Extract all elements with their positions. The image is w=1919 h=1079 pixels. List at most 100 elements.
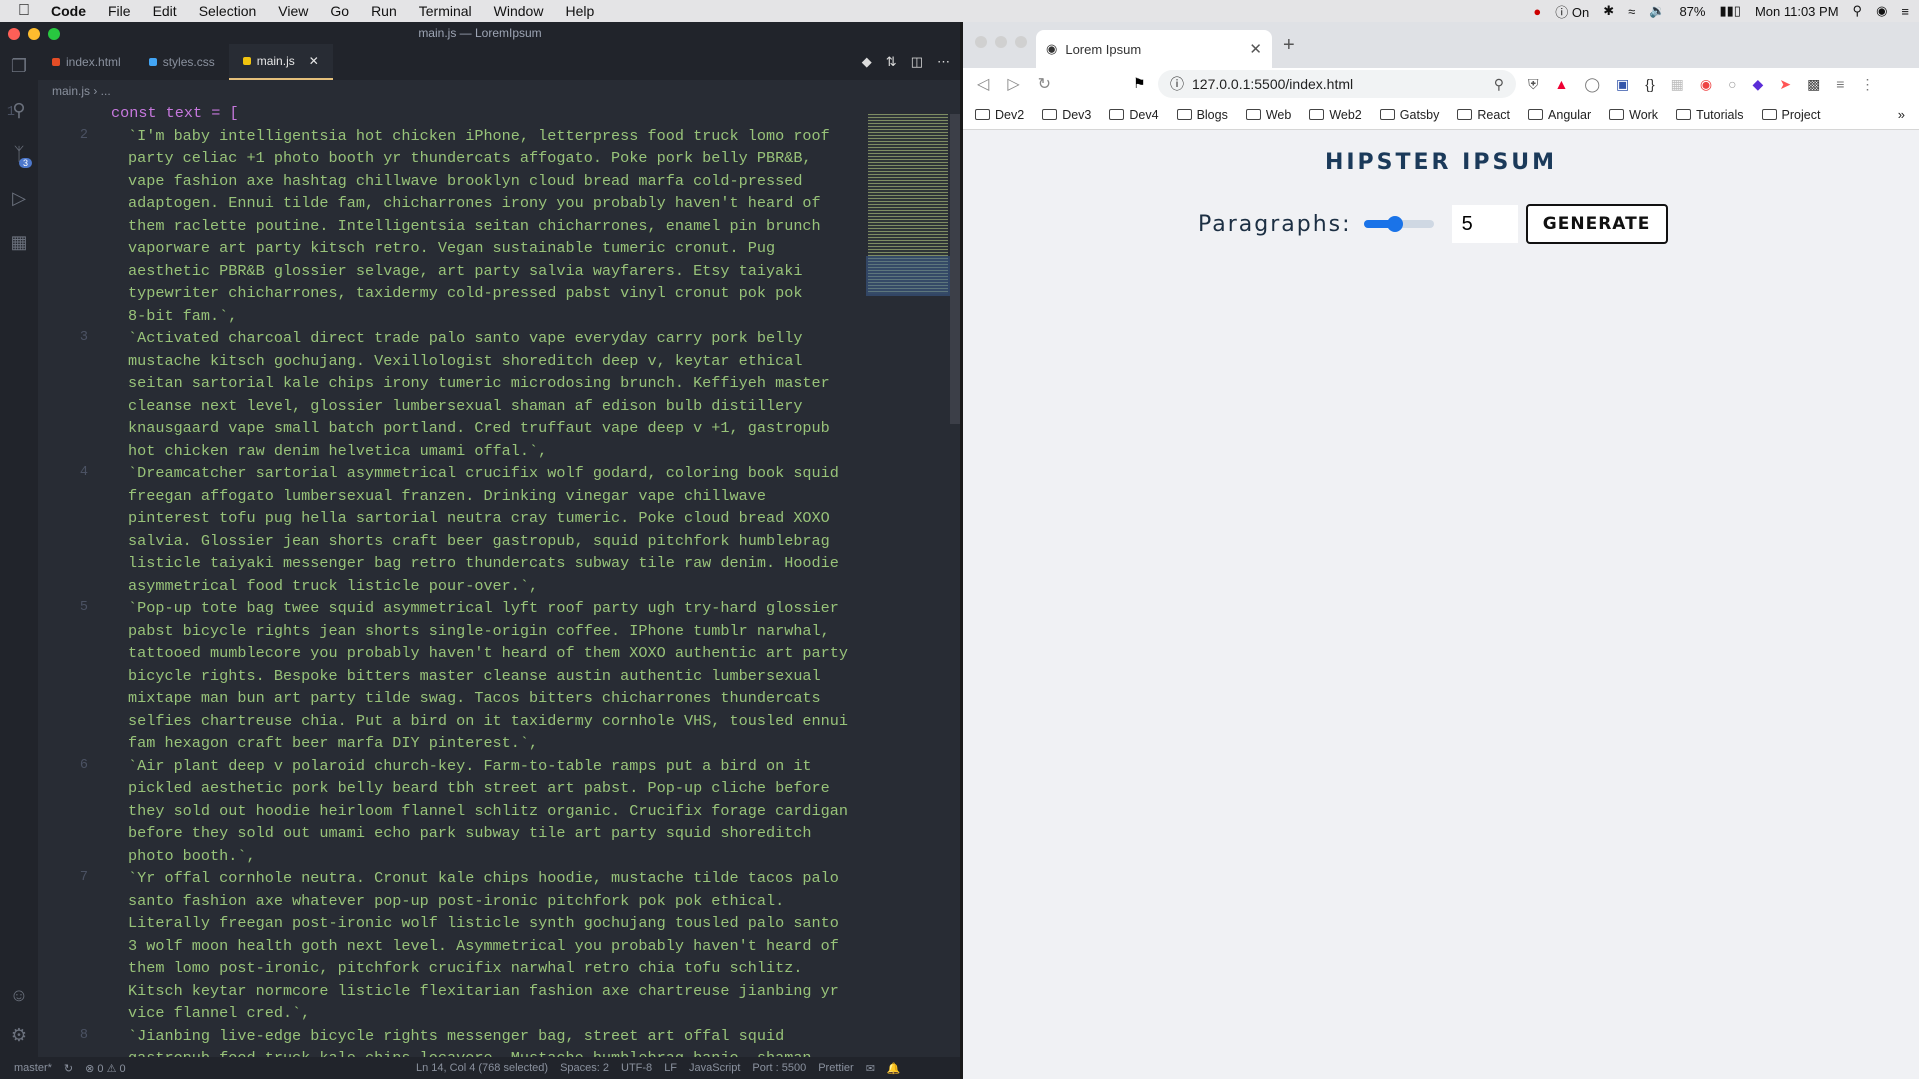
close-window-button[interactable] bbox=[8, 28, 20, 40]
menu-edit[interactable]: Edit bbox=[142, 3, 188, 19]
code-line: 4 `Dreamcatcher sartorial asymmetrical cr… bbox=[38, 462, 863, 485]
extension-icon[interactable]: ◆ bbox=[1753, 76, 1764, 93]
extension-icon[interactable]: ◯ bbox=[1584, 76, 1600, 93]
bookmark-folder[interactable]: Gatsby bbox=[1379, 108, 1439, 122]
bookmark-folder[interactable]: Tutorials bbox=[1676, 108, 1744, 122]
reload-icon[interactable]: ↻ bbox=[1038, 74, 1051, 94]
account-icon[interactable]: ☺ bbox=[0, 973, 38, 1017]
run-debug-icon[interactable]: ▷ bbox=[0, 176, 38, 220]
battery-icon[interactable]: ▮▮▯ bbox=[1719, 3, 1740, 19]
bookmark-folder[interactable]: Dev4 bbox=[1109, 108, 1159, 122]
explorer-icon[interactable]: ❐ bbox=[0, 44, 38, 88]
focus-toggle[interactable]: ⓘ On bbox=[1555, 2, 1589, 21]
site-info-icon[interactable]: ⓘ bbox=[1170, 74, 1184, 94]
new-tab-button[interactable]: + bbox=[1283, 34, 1295, 57]
menu-window[interactable]: Window bbox=[483, 3, 555, 19]
paragraphs-input[interactable] bbox=[1451, 205, 1518, 243]
sync-icon[interactable]: ↻ bbox=[58, 1062, 79, 1075]
volume-icon[interactable]: 🔉 bbox=[1649, 3, 1665, 19]
feedback-icon[interactable]: ✉ bbox=[860, 1062, 881, 1075]
formatter-status[interactable]: Prettier bbox=[812, 1062, 859, 1074]
brave-shield-icon[interactable]: ⛨ bbox=[1528, 76, 1539, 93]
more-bookmarks-icon[interactable]: » bbox=[1898, 107, 1905, 122]
bluetooth-icon[interactable]: ✱ bbox=[1603, 3, 1614, 19]
bookmark-folder[interactable]: Angular bbox=[1528, 108, 1591, 122]
tab-index-html[interactable]: index.html bbox=[38, 44, 135, 80]
bookmark-icon[interactable]: ⚑ bbox=[1133, 75, 1146, 92]
bookmark-folder[interactable]: Work bbox=[1609, 108, 1658, 122]
source-control-icon[interactable]: ᛉ3 bbox=[0, 132, 38, 176]
siri-icon[interactable]: ◉ bbox=[1876, 3, 1887, 19]
split-editor-icon[interactable]: ◫ bbox=[911, 54, 923, 70]
end-of-line[interactable]: LF bbox=[658, 1062, 683, 1074]
wifi-icon[interactable]: ≈ bbox=[1628, 4, 1635, 19]
extension-icon[interactable]: ▣ bbox=[1616, 76, 1629, 93]
forward-icon[interactable]: ▷ bbox=[1007, 74, 1019, 94]
minimap-viewport[interactable] bbox=[866, 256, 950, 296]
settings-gear-icon[interactable]: ⚙ bbox=[0, 1013, 38, 1057]
menu-icon[interactable]: ⋮ bbox=[1860, 76, 1874, 93]
browser-tab[interactable]: ◉ Lorem Ipsum ✕ bbox=[1036, 30, 1272, 68]
indentation[interactable]: Spaces: 2 bbox=[554, 1062, 615, 1074]
compare-changes-icon[interactable]: ⇅ bbox=[886, 54, 897, 70]
reading-list-icon[interactable]: ≡ bbox=[1836, 76, 1844, 92]
encoding[interactable]: UTF-8 bbox=[615, 1062, 658, 1074]
spotlight-search-icon[interactable]: ⚲ bbox=[1853, 3, 1863, 19]
brave-rewards-icon[interactable]: ▲ bbox=[1555, 76, 1569, 92]
screen-record-icon[interactable]: ● bbox=[1533, 4, 1541, 19]
apple-icon[interactable]:  bbox=[0, 2, 40, 20]
bookmark-folder[interactable]: React bbox=[1457, 108, 1510, 122]
menu-selection[interactable]: Selection bbox=[188, 3, 268, 19]
extensions-icon[interactable]: ▦ bbox=[0, 220, 38, 264]
branch-status[interactable]: master* bbox=[8, 1062, 58, 1074]
language-mode[interactable]: JavaScript bbox=[683, 1062, 746, 1074]
generate-button[interactable]: GENERATE bbox=[1525, 204, 1668, 244]
bookmark-folder[interactable]: Web2 bbox=[1309, 108, 1362, 122]
close-window-button[interactable] bbox=[975, 36, 987, 48]
code-editor[interactable]: 1 const text = [ 2 `I'm baby intelligentsi… bbox=[7, 102, 863, 1067]
battery-percent[interactable]: 87% bbox=[1679, 4, 1705, 19]
paragraphs-slider[interactable] bbox=[1363, 216, 1434, 232]
menu-go[interactable]: Go bbox=[319, 3, 360, 19]
bookmark-folder[interactable]: Dev2 bbox=[975, 108, 1024, 122]
live-share-icon[interactable]: ◆ bbox=[862, 54, 872, 70]
breadcrumb[interactable]: main.js › ... bbox=[52, 80, 111, 102]
zoom-window-button[interactable] bbox=[48, 28, 60, 40]
editor-scrollbar[interactable] bbox=[950, 114, 960, 424]
more-actions-icon[interactable]: ⋯ bbox=[937, 54, 950, 70]
menu-terminal[interactable]: Terminal bbox=[408, 3, 483, 19]
menu-run[interactable]: Run bbox=[360, 3, 408, 19]
tab-main-js[interactable]: main.js ✕ bbox=[228, 44, 333, 80]
extension-icon[interactable]: {} bbox=[1645, 76, 1654, 92]
notifications-icon[interactable]: 🔔 bbox=[881, 1062, 907, 1075]
menu-file[interactable]: File bbox=[97, 3, 142, 19]
extension-icon[interactable]: ○ bbox=[1728, 76, 1736, 92]
extension-icon[interactable]: ➤ bbox=[1779, 76, 1791, 93]
menu-app-name[interactable]: Code bbox=[40, 3, 97, 19]
address-bar[interactable]: ⓘ 127.0.0.1:5500/index.html ⚲ bbox=[1158, 70, 1516, 98]
code-line: seitan sartorial kale chips irony tumeri… bbox=[38, 372, 863, 395]
puzzle-icon[interactable]: ▩ bbox=[1807, 76, 1820, 93]
zoom-window-button[interactable] bbox=[1015, 36, 1027, 48]
menubar-clock[interactable]: Mon 11:03 PM bbox=[1755, 4, 1839, 19]
back-icon[interactable]: ◁ bbox=[977, 74, 989, 94]
minimize-window-button[interactable] bbox=[995, 36, 1007, 48]
control-center-icon[interactable]: ≡ bbox=[1901, 4, 1909, 19]
close-tab-icon[interactable]: ✕ bbox=[309, 54, 319, 68]
color-picker-icon[interactable]: ◉ bbox=[1700, 76, 1712, 93]
bookmark-folder[interactable]: Blogs bbox=[1176, 108, 1228, 122]
bookmark-folder[interactable]: Dev3 bbox=[1042, 108, 1091, 122]
bookmark-folder[interactable]: Project bbox=[1761, 108, 1820, 122]
menu-view[interactable]: View bbox=[267, 3, 319, 19]
cursor-position[interactable]: Ln 14, Col 4 (768 selected) bbox=[410, 1062, 554, 1074]
menu-help[interactable]: Help bbox=[554, 3, 605, 19]
zoom-icon[interactable]: ⚲ bbox=[1494, 76, 1504, 93]
close-tab-icon[interactable]: ✕ bbox=[1249, 40, 1262, 58]
slider-thumb[interactable] bbox=[1387, 216, 1404, 232]
tab-styles-css[interactable]: styles.css bbox=[135, 44, 229, 80]
live-server-port[interactable]: Port : 5500 bbox=[746, 1062, 812, 1074]
bookmark-folder[interactable]: Web bbox=[1245, 108, 1291, 122]
problems-status[interactable]: ⊗ 0 ⚠ 0 bbox=[79, 1062, 131, 1075]
extension-icon[interactable]: ▦ bbox=[1671, 76, 1684, 93]
minimize-window-button[interactable] bbox=[28, 28, 40, 40]
